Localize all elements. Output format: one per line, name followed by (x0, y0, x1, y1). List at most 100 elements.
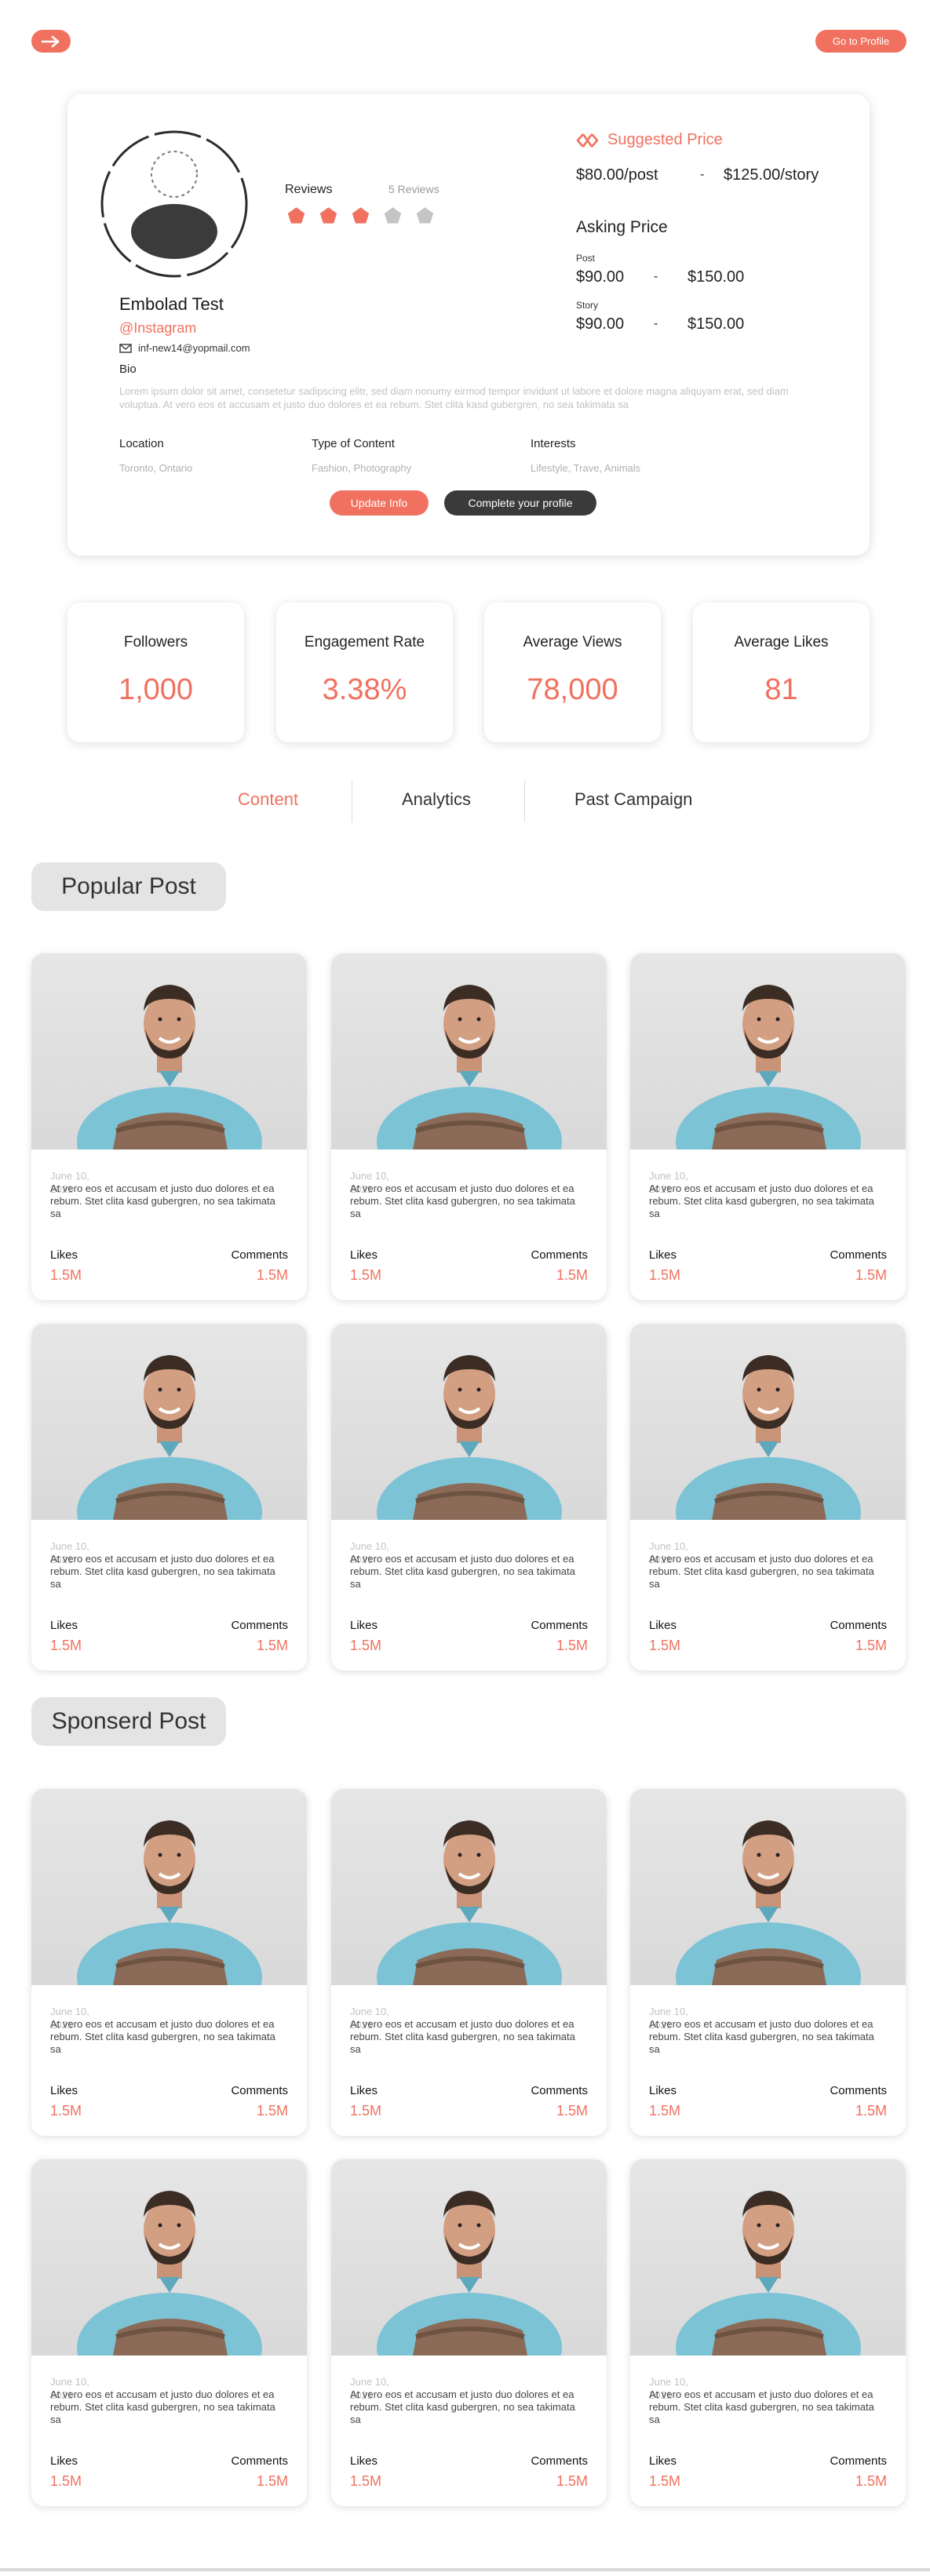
person-photo (377, 2191, 562, 2356)
reviews-count[interactable]: 5 Reviews (388, 183, 439, 195)
post-text: At vero eos et accusam et justo duo dolo… (649, 2018, 874, 2055)
stat-value: 1,000 (118, 673, 194, 706)
arrow-right-icon (41, 35, 60, 47)
post-text: At vero eos et accusam et justo duo dolo… (50, 1182, 275, 1219)
comments-label: Comments (830, 2084, 887, 2097)
likes-value: 1.5M (50, 1267, 82, 1283)
profile-name: Embolad Test (119, 294, 224, 314)
popular-post-title: Popular Post (31, 862, 226, 911)
post-card[interactable]: June 10, 2021 At vero eos et accusam et … (31, 2159, 307, 2506)
content-type-value: Fashion, Photography (312, 462, 412, 474)
tab-analytics[interactable]: Analytics (402, 789, 471, 810)
star-icon (384, 207, 402, 224)
post-card[interactable]: June 10, 2021 At vero eos et accusam et … (331, 1324, 607, 1671)
avatar[interactable] (100, 129, 249, 279)
likes-value: 1.5M (350, 2473, 382, 2489)
star-icon (287, 207, 305, 224)
person-photo (377, 1820, 562, 1985)
tab-past-campaign[interactable]: Past Campaign (574, 789, 692, 810)
comments-label: Comments (231, 1619, 288, 1632)
comments-label: Comments (531, 1619, 588, 1632)
stat-card-views: Average Views 78,000 (484, 603, 661, 742)
post-card[interactable]: June 10, 2021 At vero eos et accusam et … (630, 2159, 906, 2506)
post-text: At vero eos et accusam et justo duo dolo… (350, 2388, 575, 2425)
post-card[interactable]: June 10, 2021 At vero eos et accusam et … (630, 1789, 906, 2136)
content-type-label: Type of Content (312, 437, 395, 450)
post-text: At vero eos et accusam et justo duo dolo… (50, 1553, 275, 1590)
likes-label: Likes (649, 1619, 677, 1632)
comments-value: 1.5M (256, 1267, 288, 1283)
person-photo (676, 1820, 861, 1985)
tab-content[interactable]: Content (238, 789, 298, 810)
comments-label: Comments (231, 2084, 288, 2097)
bio-label: Bio (119, 363, 137, 376)
go-to-profile-button[interactable]: Go to Profile (815, 30, 906, 53)
person-photo (676, 985, 861, 1150)
profile-email: inf-new14@yopmail.com (138, 342, 250, 354)
likes-value: 1.5M (649, 2103, 681, 2119)
star-icon (319, 207, 337, 224)
likes-label: Likes (50, 1619, 78, 1632)
post-text: At vero eos et accusam et justo duo dolo… (350, 2018, 575, 2055)
likes-label: Likes (649, 2454, 677, 2468)
comments-value: 1.5M (855, 1267, 887, 1283)
location-value: Toronto, Ontario (119, 462, 193, 474)
post-image (630, 1324, 906, 1520)
comments-value: 1.5M (556, 2103, 588, 2119)
comments-value: 1.5M (256, 1638, 288, 1653)
comments-value: 1.5M (855, 2103, 887, 2119)
post-card[interactable]: June 10, 2021 At vero eos et accusam et … (31, 1324, 307, 1671)
person-photo (377, 985, 562, 1150)
post-card[interactable]: June 10, 2021 At vero eos et accusam et … (331, 1789, 607, 2136)
tab-divider (524, 780, 525, 822)
post-card[interactable]: June 10, 2021 At vero eos et accusam et … (331, 2159, 607, 2506)
complete-profile-button[interactable]: Complete your profile (444, 490, 596, 516)
profile-handle[interactable]: @Instagram (119, 320, 196, 337)
post-max-price: $150.00 (687, 268, 745, 286)
update-info-button[interactable]: Update Info (330, 490, 429, 516)
post-card[interactable]: June 10, 2021 At vero eos et accusam et … (331, 953, 607, 1300)
stat-card-engagement: Engagement Rate 3.38% (276, 603, 453, 742)
suggested-price-label: Suggested Price (607, 131, 723, 148)
post-text: At vero eos et accusam et justo duo dolo… (649, 2388, 874, 2425)
likes-value: 1.5M (649, 1267, 681, 1283)
likes-label: Likes (649, 2084, 677, 2097)
likes-label: Likes (50, 1248, 78, 1262)
comments-value: 1.5M (256, 2473, 288, 2489)
likes-label: Likes (350, 1248, 378, 1262)
likes-value: 1.5M (50, 2473, 82, 2489)
likes-value: 1.5M (50, 2103, 82, 2119)
comments-value: 1.5M (855, 1638, 887, 1653)
comments-label: Comments (531, 2454, 588, 2468)
post-card[interactable]: June 10, 2021 At vero eos et accusam et … (630, 953, 906, 1300)
likes-label: Likes (50, 2084, 78, 2097)
bio-text: Lorem ipsum dolor sit amet, consetetur s… (119, 385, 789, 410)
story-label: Story (576, 300, 599, 311)
stat-label: Engagement Rate (304, 634, 425, 650)
suggested-story-price: $125.00/story (724, 166, 819, 184)
stat-card-likes: Average Likes 81 (693, 603, 870, 742)
post-label: Post (576, 253, 596, 264)
likes-value: 1.5M (649, 2473, 681, 2489)
post-text: At vero eos et accusam et justo duo dolo… (649, 1182, 874, 1219)
person-photo (77, 2191, 262, 2356)
location-label: Location (119, 437, 164, 450)
post-text: At vero eos et accusam et justo duo dolo… (350, 1553, 575, 1590)
post-image (630, 953, 906, 1150)
post-card[interactable]: June 10, 2021 At vero eos et accusam et … (31, 1789, 307, 2136)
post-image (31, 2159, 307, 2356)
comments-label: Comments (830, 1619, 887, 1632)
story-max-price: $150.00 (687, 315, 745, 333)
asking-price-title: Asking Price (576, 218, 668, 236)
post-card[interactable]: June 10, 2021 At vero eos et accusam et … (630, 1324, 906, 1671)
bottom-divider (0, 2568, 930, 2571)
likes-label: Likes (350, 1619, 378, 1632)
person-photo (77, 1820, 262, 1985)
likes-label: Likes (649, 1248, 677, 1262)
comments-label: Comments (231, 2454, 288, 2468)
back-button[interactable] (31, 30, 71, 53)
stat-label: Followers (123, 634, 188, 650)
post-card[interactable]: June 10, 2021 At vero eos et accusam et … (31, 953, 307, 1300)
likes-label: Likes (350, 2454, 378, 2468)
post-image (331, 953, 607, 1150)
